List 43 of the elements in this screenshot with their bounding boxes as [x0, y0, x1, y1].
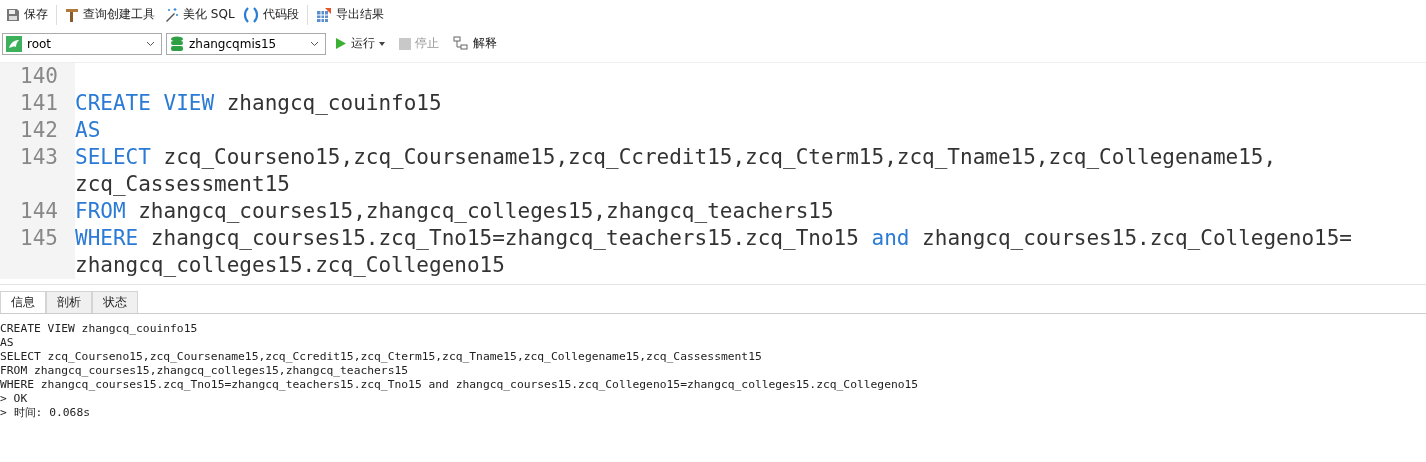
chevron-down-icon: [146, 40, 155, 47]
stop-icon: [399, 37, 411, 50]
code-line: FROM zhangcq_courses15,zhangcq_colleges15,zhangcq_teachers15: [75, 198, 834, 225]
code-line: CREATE VIEW zhangcq_couinfo15: [75, 90, 442, 117]
play-icon: [335, 37, 347, 50]
run-button[interactable]: 运行: [330, 33, 390, 54]
output-line: SELECT zcq_Courseno15,zcq_Coursename15,zcq_Ccredit15,zcq_Cterm15,zcq_Tname15,zcq_Collegename15,zcq_Cassessment15: [0, 350, 762, 364]
caret-icon: [379, 41, 385, 46]
code-line: WHERE zhangcq_courses15.zcq_Tno15=zhangcq_teachers15.zcq_Tno15 and zhangcq_courses15.zcq_Collegeno15=: [75, 225, 1352, 252]
explain-button[interactable]: 解释: [448, 33, 502, 54]
hammer-icon: [65, 6, 79, 23]
result-tab[interactable]: 剖析: [46, 291, 92, 313]
database-select[interactable]: zhangcqmis15: [166, 32, 326, 55]
save-button[interactable]: 保存: [2, 4, 52, 25]
output-line: > 时间: 0.068s: [0, 406, 90, 420]
code-line: SELECT zcq_Courseno15,zcq_Coursename15,zcq_Ccredit15,zcq_Cterm15,zcq_Tname15,zcq_Collegename15,: [75, 144, 1277, 171]
output-line: > OK: [0, 392, 28, 406]
beautify-sql-button[interactable]: 美化 SQL: [159, 4, 239, 25]
chevron-down-icon: [310, 40, 319, 47]
database-icon: [170, 35, 184, 52]
output-line: AS: [0, 336, 14, 350]
export-button[interactable]: 导出结果: [311, 4, 388, 25]
output-line: WHERE zhangcq_courses15.zcq_Tno15=zhangcq_teachers15.zcq_Tno15 and zhangcq_courses15.zcq_Collegeno15=zhangcq_colleges15.zcq_Collegeno15: [0, 378, 919, 392]
query-builder-button[interactable]: 查询创建工具: [61, 4, 159, 25]
line-number: 144: [20, 199, 58, 223]
line-number: 140: [20, 64, 58, 88]
line-number: 143: [20, 145, 58, 169]
code-line: zcq_Cassessment15: [75, 171, 290, 198]
table-export-icon: [315, 6, 332, 23]
sql-editor[interactable]: [0, 62, 1426, 285]
explain-icon: [453, 36, 469, 51]
result-tab[interactable]: 状态: [92, 291, 138, 313]
code-line: AS: [75, 117, 101, 144]
output-line: FROM zhangcq_courses15,zhangcq_colleges15,zhangcq_teachers15: [0, 364, 409, 378]
line-number: 142: [20, 118, 58, 142]
line-number: 145: [20, 226, 58, 250]
output-line: CREATE VIEW zhangcq_couinfo15: [0, 322, 198, 336]
connection-select[interactable]: root: [2, 32, 162, 55]
parentheses-icon: [242, 6, 259, 23]
code-line: zhangcq_colleges15.zcq_Collegeno15: [75, 252, 505, 279]
snippet-button[interactable]: 代码段: [238, 4, 303, 25]
result-tab[interactable]: 信息: [0, 291, 46, 313]
line-number: 141: [20, 91, 58, 115]
